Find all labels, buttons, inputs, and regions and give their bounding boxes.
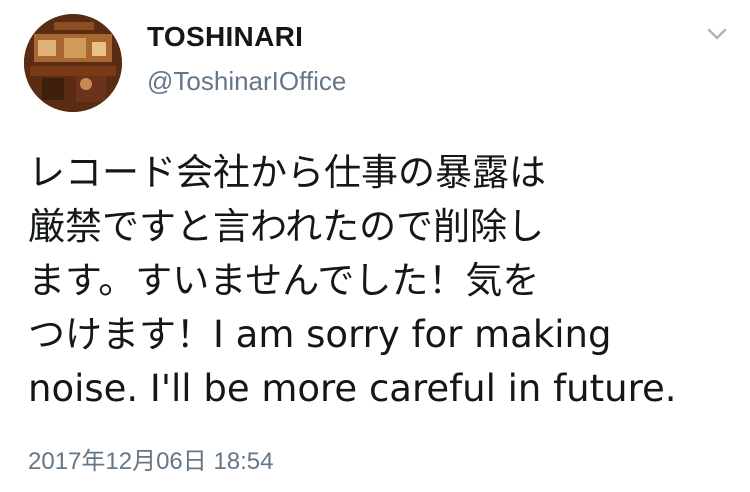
tweet-text-line: つけます！I am sorry for making	[28, 313, 612, 356]
tweet-card: TOSHINARI @ToshinarIOffice レコード会社から仕事の暴露…	[0, 0, 750, 492]
tweet-text: レコード会社から仕事の暴露は 厳禁ですと言われたので削除し ます。すいませんでし…	[28, 146, 728, 416]
user-handle[interactable]: @ToshinarIOffice	[147, 64, 346, 98]
tweet-text-line: 厳禁ですと言われたので削除し	[28, 205, 545, 248]
tweet-text-line: レコード会社から仕事の暴露は	[28, 151, 546, 194]
avatar[interactable]	[24, 14, 122, 112]
tweet-timestamp[interactable]: 2017年12月06日 18:54	[28, 447, 274, 477]
display-name[interactable]: TOSHINARI	[147, 20, 346, 54]
tweet-text-line: ます。すいませんでした！気を	[28, 259, 540, 302]
chevron-down-icon[interactable]	[706, 26, 728, 42]
tweet-text-line: noise. I'll be more careful in future.	[28, 367, 677, 410]
user-info: TOSHINARI @ToshinarIOffice	[147, 20, 346, 98]
avatar-photo-icon	[24, 14, 122, 112]
